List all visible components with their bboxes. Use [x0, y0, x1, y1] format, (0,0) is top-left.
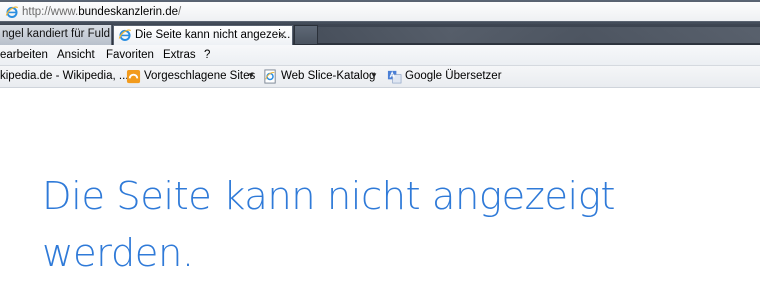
favorite-label: Vorgeschlagene Sites: [144, 70, 256, 82]
menu-item-help[interactable]: ?: [204, 49, 210, 61]
ie-page-icon: [5, 6, 19, 18]
favorites-bar: kipedia.de - Wikipedia, ... Vorgeschlage…: [0, 66, 760, 88]
favorite-wikipedia[interactable]: kipedia.de - Wikipedia, ...: [0, 70, 128, 82]
error-heading: Die Seite kann nicht angezeigt werden.: [42, 174, 615, 276]
suggested-sites-icon: [126, 69, 141, 84]
close-icon[interactable]: ✕: [277, 26, 287, 45]
tab-active[interactable]: Die Seite kann nicht angezei... ✕: [113, 25, 293, 45]
ie-page-icon: [118, 29, 132, 41]
tab-bar: ngel kandiert für Fuld... Die Seite kann…: [0, 24, 760, 45]
chevron-down-icon[interactable]: ▼: [247, 71, 255, 80]
google-translate-icon: [387, 70, 402, 84]
menu-bar: earbeiten Ansicht Favoriten Extras ?: [0, 45, 760, 66]
page-content: Die Seite kann nicht angezeigt werden.: [0, 89, 760, 298]
favorite-label: Web Slice-Katalog: [281, 70, 376, 82]
url-host: bundeskanzlerin.de: [78, 6, 178, 18]
menu-item-extras[interactable]: Extras: [163, 49, 196, 61]
favorite-label: Google Übersetzer: [405, 70, 502, 82]
menu-item-bearbeiten[interactable]: earbeiten: [0, 49, 48, 61]
favorite-label: kipedia.de - Wikipedia, ...: [0, 70, 129, 82]
chevron-down-icon[interactable]: ▼: [370, 71, 378, 80]
tab-label: Die Seite kann nicht angezei...: [135, 29, 291, 41]
tab-label: ngel kandiert für Fuld...: [2, 28, 112, 40]
menu-item-ansicht[interactable]: Ansicht: [57, 49, 95, 61]
tab-background[interactable]: ngel kandiert für Fuld...: [0, 25, 112, 45]
address-field[interactable]: http://www.bundeskanzlerin.de/: [0, 1, 760, 22]
web-slice-icon: [264, 69, 276, 84]
url-prefix: http://www.: [22, 6, 79, 18]
menu-item-favoriten[interactable]: Favoriten: [106, 49, 154, 61]
address-bar-row: http://www.bundeskanzlerin.de/: [0, 0, 760, 24]
command-bar-background: [318, 27, 760, 43]
new-tab-button[interactable]: [294, 25, 318, 45]
address-url[interactable]: http://www.bundeskanzlerin.de/: [22, 6, 181, 18]
url-suffix: /: [178, 6, 182, 18]
